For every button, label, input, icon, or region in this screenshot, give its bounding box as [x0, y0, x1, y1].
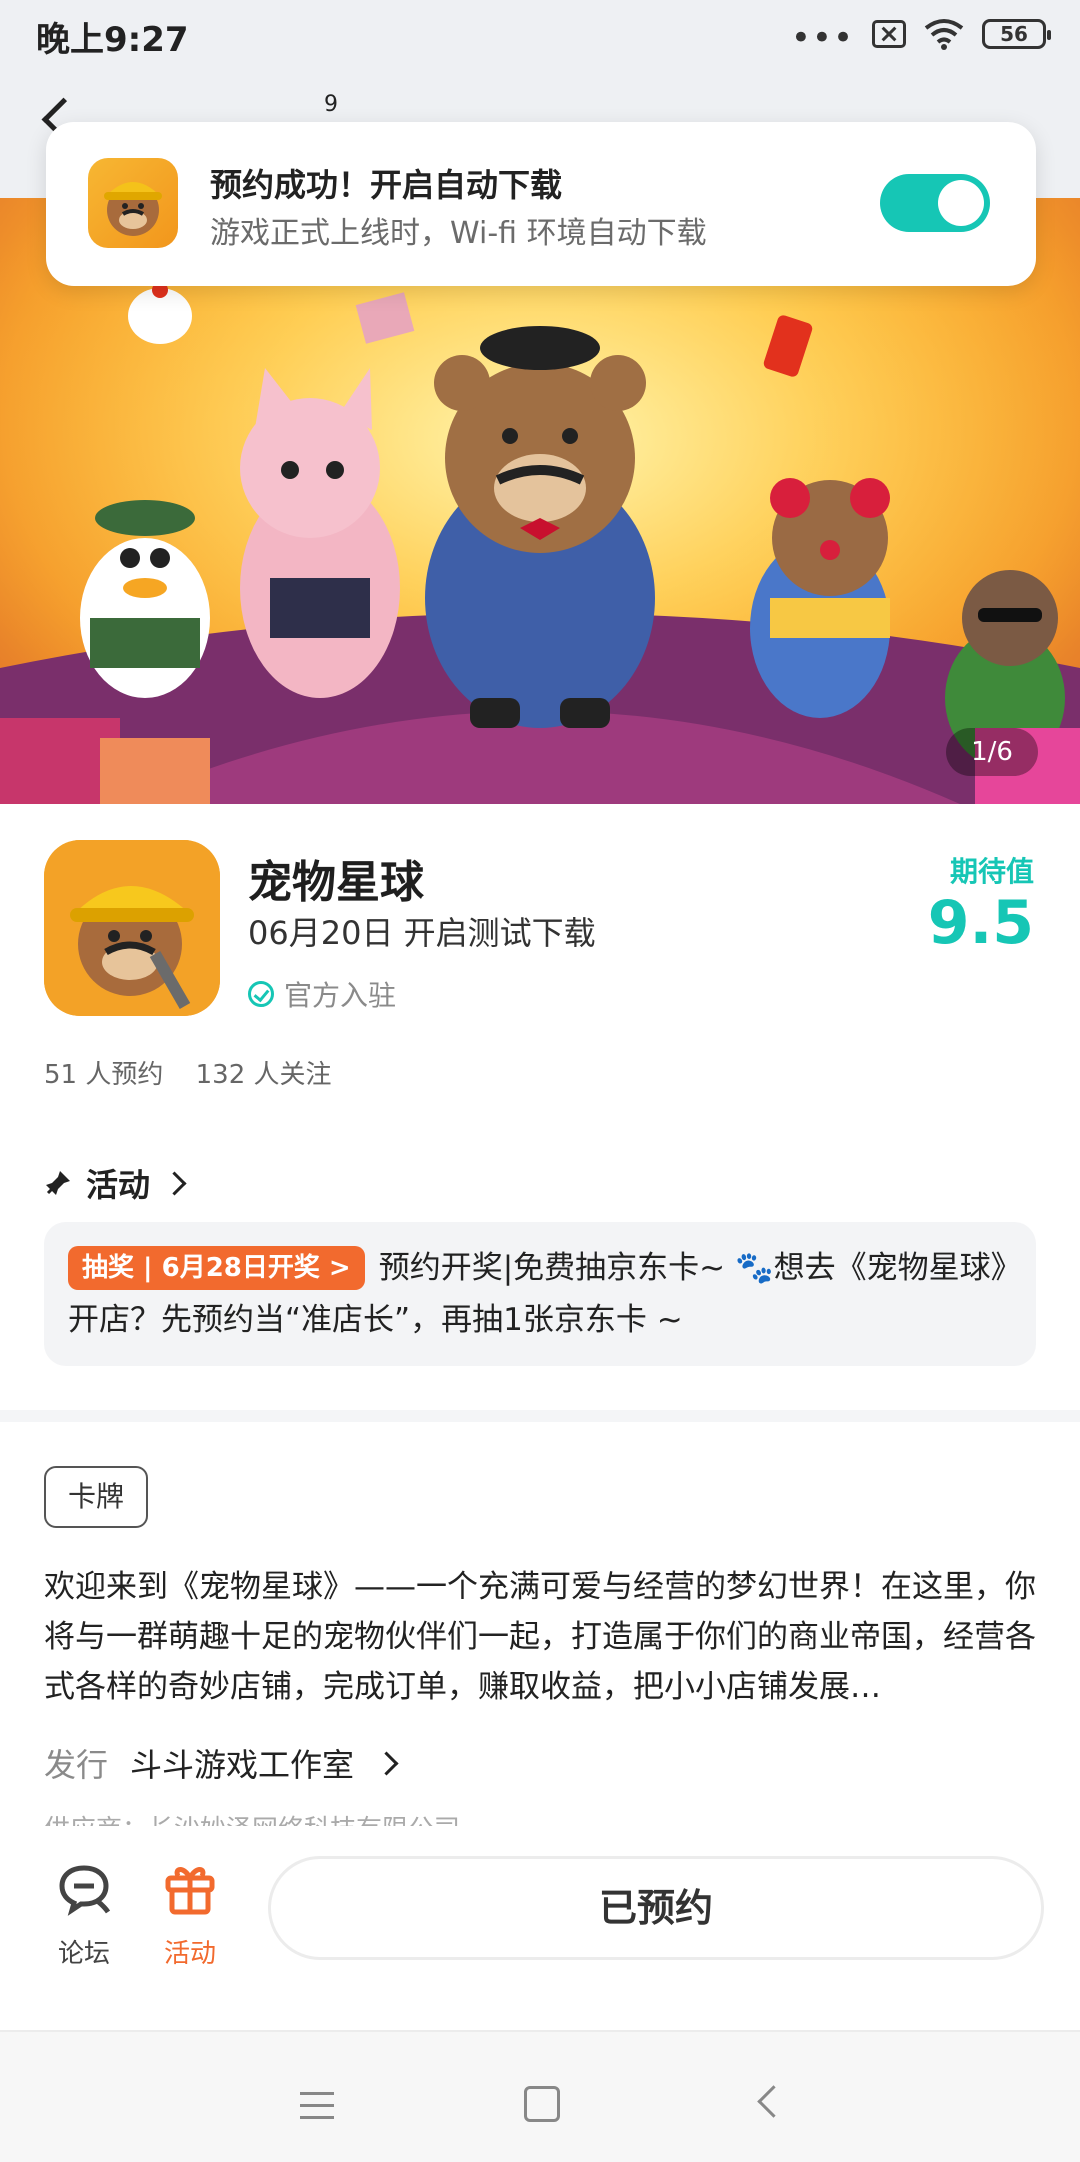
- bottom-action-bar: 论坛 活动 已预约: [0, 1826, 1080, 2030]
- more-dots-icon: •••: [790, 18, 854, 58]
- reserved-button[interactable]: 已预约: [268, 1856, 1044, 1960]
- activity-section-header[interactable]: 活动: [44, 1160, 187, 1206]
- expectation-label: 期待值: [949, 855, 1034, 888]
- banner-illustration: [0, 198, 1080, 804]
- verified-check-icon: [248, 981, 274, 1007]
- chevron-right-icon: [162, 1170, 187, 1196]
- auto-download-toggle[interactable]: [880, 174, 990, 232]
- expectation-score: 期待值 9.5: [928, 850, 1034, 956]
- activity-text-part1: 预约开奖|免费抽京东卡~: [378, 1250, 735, 1286]
- official-badge: 官方入驻: [248, 974, 396, 1014]
- status-bar: 晚上9:27 ••• 56: [0, 0, 1080, 68]
- tab-badge-count: 9: [324, 92, 338, 117]
- battery-icon: 56: [982, 19, 1051, 49]
- status-icons: ••• 56: [790, 14, 1051, 58]
- notification-subtitle: 游戏正式上线时，Wi-fi 环境自动下载: [210, 216, 707, 251]
- paw-icon: 🐾: [735, 1250, 774, 1286]
- app-name: 宠物星球: [248, 857, 424, 908]
- activity-heading: 活动: [86, 1166, 151, 1204]
- game-description[interactable]: 欢迎来到《宠物星球》——一个充满可爱与经营的梦幻世界！在这里，你将与一群萌趣十足…: [44, 1562, 1036, 1712]
- toggle-knob: [938, 180, 984, 226]
- gift-icon: [165, 1867, 215, 1915]
- sim-off-icon: [872, 20, 906, 48]
- wifi-icon: [924, 19, 964, 50]
- reservation-count: 51 人预约: [44, 1060, 164, 1090]
- pin-icon: [46, 1171, 70, 1195]
- section-divider: [0, 1410, 1080, 1422]
- app-icon: [44, 840, 220, 1016]
- app-icon-small: [88, 158, 178, 248]
- forum-label: 论坛: [57, 1939, 110, 1969]
- chevron-right-icon: [374, 1750, 399, 1776]
- release-date: 06月20日 开启测试下载: [248, 914, 596, 952]
- notification-title: 预约成功！开启自动下载: [210, 166, 563, 204]
- app-stats: 51 人预约 132 人关注: [44, 1054, 332, 1091]
- status-time: 晚上9:27: [36, 20, 189, 60]
- publisher-name: 斗斗游戏工作室: [130, 1746, 355, 1784]
- genre-tag[interactable]: 卡牌: [44, 1466, 149, 1528]
- activity-card[interactable]: 抽奖 | 6月28日开奖 > 预约开奖|免费抽京东卡~ 🐾想去《宠物星球》开店？先…: [44, 1222, 1036, 1366]
- home-icon[interactable]: [524, 2086, 560, 2122]
- lottery-tag: 抽奖 | 6月28日开奖 >: [68, 1246, 365, 1290]
- publisher-label: 发行: [44, 1746, 109, 1784]
- forum-icon: [59, 1865, 111, 1916]
- back-icon[interactable]: [757, 2085, 790, 2118]
- banner-image[interactable]: 1/6: [0, 198, 1080, 804]
- follower-count: 132 人关注: [195, 1060, 332, 1090]
- publisher-row[interactable]: 发行 斗斗游戏工作室: [44, 1740, 399, 1786]
- reservation-notification[interactable]: 预约成功！开启自动下载 游戏正式上线时，Wi-fi 环境自动下载: [46, 122, 1036, 286]
- forum-button[interactable]: 论坛: [44, 1860, 124, 1970]
- system-nav-bar: [0, 2030, 1080, 2162]
- activity-button[interactable]: 活动: [150, 1860, 230, 1970]
- banner-page-counter: 1/6: [946, 728, 1038, 776]
- activity-tab-label: 活动: [163, 1939, 216, 1969]
- official-label: 官方入驻: [284, 979, 397, 1012]
- menu-icon[interactable]: [300, 2092, 334, 2128]
- expectation-value: 9.5: [927, 888, 1034, 958]
